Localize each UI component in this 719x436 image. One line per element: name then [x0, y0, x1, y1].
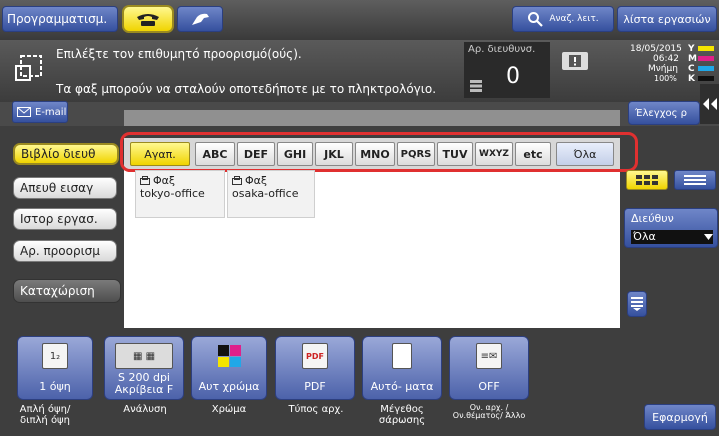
top-bar: Προγραμματισμ. Αναζ. λειτ. λίστα εργασιώ…	[0, 0, 719, 40]
destination-count-label: Αρ. διευθυνσ.	[468, 44, 536, 55]
file-type-setting-value: PDF	[304, 380, 326, 393]
fax-phone-icon	[137, 14, 159, 26]
toner-y-bar	[698, 46, 714, 51]
message-line-2: Τα φαξ μπορούν να σταλούν οποτεδήποτε με…	[56, 82, 437, 96]
message-area: Επιλέξτε τον επιθυμητό προορισμό(ούς). Τ…	[0, 40, 719, 102]
resolution-setting-label: Ανάλυση	[123, 404, 167, 415]
address-entry-osaka[interactable]: Φαξ osaka-office	[227, 170, 315, 218]
list-icon	[470, 80, 482, 92]
color-setting-label: Χρώμα	[211, 404, 247, 415]
file-type-setting-label: Τύπος αρχ.	[288, 404, 344, 415]
address-type-filter-label: Διεύθυν	[631, 212, 674, 225]
apply-button[interactable]: Εφαρμογή	[644, 404, 716, 430]
toner-k-bar	[698, 76, 714, 81]
function-search-label: Αναζ. λειτ.	[549, 14, 599, 24]
check-settings-button[interactable]: Έλεγχος ρ	[628, 101, 700, 125]
address-type-filter[interactable]: Διεύθυν Όλα	[624, 208, 718, 248]
address-entry-type: Φαξ	[140, 174, 220, 187]
toner-k-label: K	[688, 74, 695, 84]
email-address-field[interactable]	[124, 110, 620, 126]
status-time: 06:42	[653, 54, 679, 64]
message-line-1: Επιλέξτε τον επιθυμητό προορισμό(ούς).	[56, 47, 302, 61]
fax-icon	[232, 176, 242, 185]
envelope-icon	[17, 107, 31, 117]
programs-button[interactable]: Προγραμματισμ.	[2, 6, 118, 32]
alert-icon	[569, 55, 581, 67]
address-entry-tokyo[interactable]: Φαξ tokyo-office	[135, 170, 225, 218]
memory-value: 100%	[654, 74, 677, 83]
duplex-setting-value: 1 όψη	[39, 380, 71, 393]
simplex-page-icon: 1₂	[42, 343, 68, 369]
file-name-setting-value: OFF	[478, 380, 500, 393]
duplex-setting-button[interactable]: 1₂ 1 όψη	[17, 336, 93, 400]
chevron-down-icon	[704, 234, 713, 240]
file-name-setting-button[interactable]: ≡✉ OFF	[449, 336, 529, 400]
address-type-filter-value: Όλα	[631, 230, 713, 244]
index-tabs-highlight	[120, 132, 638, 172]
address-entry-name: tokyo-office	[140, 187, 205, 200]
sidebar-item-dest-number[interactable]: Αρ. προορισμ	[13, 240, 117, 262]
toner-c-label: C	[688, 64, 695, 74]
memory-label: Μνήμη	[648, 64, 678, 74]
toner-m-label: M	[688, 54, 697, 64]
grid-view-button[interactable]	[626, 170, 668, 190]
search-icon	[528, 12, 544, 27]
list-view-icon	[684, 175, 706, 185]
file-email-icon: ≡✉	[476, 343, 502, 369]
scan-size-setting-label: Μέγεθος σάρωσης	[378, 404, 426, 426]
address-entry-name: osaka-office	[232, 187, 299, 200]
toner-m-bar	[698, 56, 714, 61]
function-search-button[interactable]: Αναζ. λειτ.	[512, 6, 614, 32]
menu-lines-icon	[631, 297, 643, 311]
list-view-button[interactable]	[674, 170, 716, 190]
double-chevron-left-icon	[702, 98, 717, 110]
toner-y-label: Y	[688, 44, 695, 54]
color-squares-icon	[218, 345, 241, 367]
sidebar-item-job-history[interactable]: Ιστορ εργασ.	[13, 208, 117, 230]
color-setting-button[interactable]: Αυτ χρώμα	[191, 336, 267, 400]
pdf-file-icon: PDF	[302, 343, 328, 369]
email-tab[interactable]: E-mail	[12, 101, 68, 123]
scan-size-setting-value: Αυτό- ματα	[370, 380, 434, 393]
fax-mode-button[interactable]	[122, 5, 174, 33]
scroll-menu-button[interactable]	[627, 291, 647, 317]
status-date: 18/05/2015	[630, 44, 682, 54]
handset-button[interactable]	[177, 6, 223, 32]
sidebar-item-register[interactable]: Καταχώριση	[13, 279, 121, 303]
toner-c-bar	[698, 66, 714, 71]
collapse-panel-button[interactable]	[700, 84, 719, 124]
fax-document-icon	[15, 55, 42, 81]
grid-view-icon	[636, 175, 658, 185]
resolution-setting-value: S 200 dpi Ακρίβεια F	[114, 371, 174, 396]
address-entry-type: Φαξ	[232, 174, 310, 187]
notification-button[interactable]	[562, 52, 588, 70]
resolution-setting-button[interactable]: ▦ ▦ S 200 dpi Ακρίβεια F	[104, 336, 184, 400]
resolution-icon: ▦ ▦	[115, 343, 173, 369]
handset-icon	[192, 13, 209, 25]
sidebar-item-address-book[interactable]: Βιβλίο διευθ	[13, 143, 119, 165]
email-tab-label: E-mail	[35, 106, 67, 118]
duplex-setting-label: Απλή όψη/ διπλή όψη	[19, 404, 71, 426]
job-list-button[interactable]: λίστα εργασιών	[617, 6, 717, 32]
sidebar-item-direct-input[interactable]: Απευθ εισαγ	[13, 177, 117, 199]
color-setting-value: Αυτ χρώμα	[198, 380, 260, 393]
file-name-setting-label: Ον. αρχ. / Ον.θέματος/ Άλλο	[452, 403, 526, 420]
page-size-icon	[392, 343, 412, 369]
destination-count: 0	[506, 64, 520, 89]
file-type-setting-button[interactable]: PDF PDF	[275, 336, 355, 400]
scan-size-setting-button[interactable]: Αυτό- ματα	[362, 336, 442, 400]
destination-count-panel: Αρ. διευθυνσ. 0	[464, 42, 550, 98]
fax-icon	[140, 176, 150, 185]
